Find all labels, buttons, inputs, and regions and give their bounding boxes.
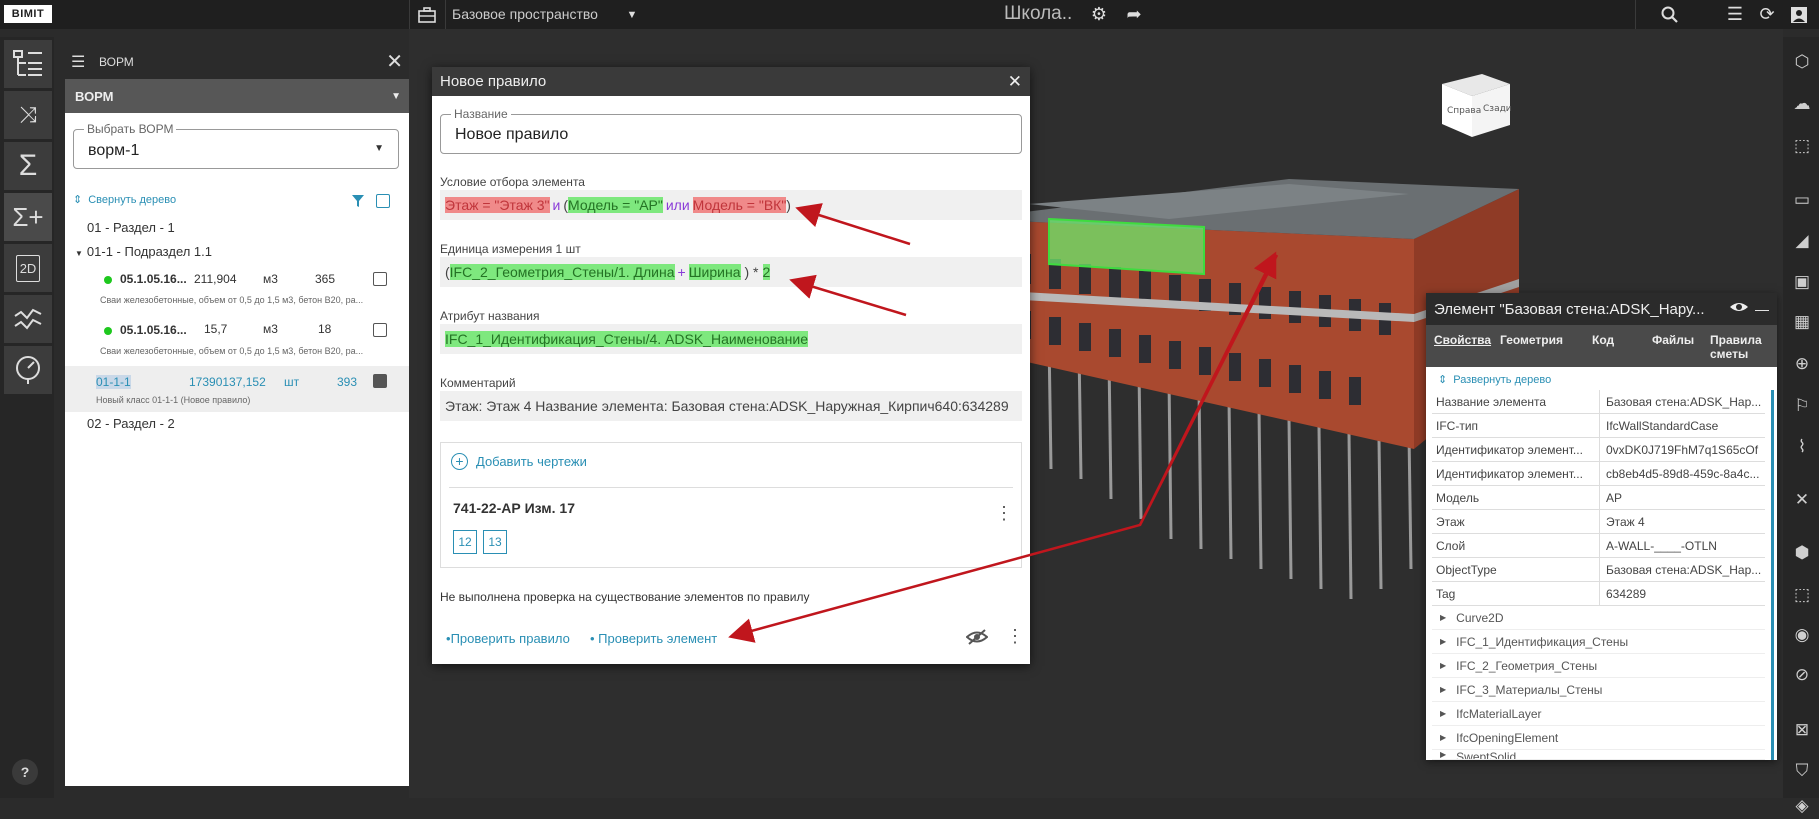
annotation-arrows (728, 203, 1279, 643)
